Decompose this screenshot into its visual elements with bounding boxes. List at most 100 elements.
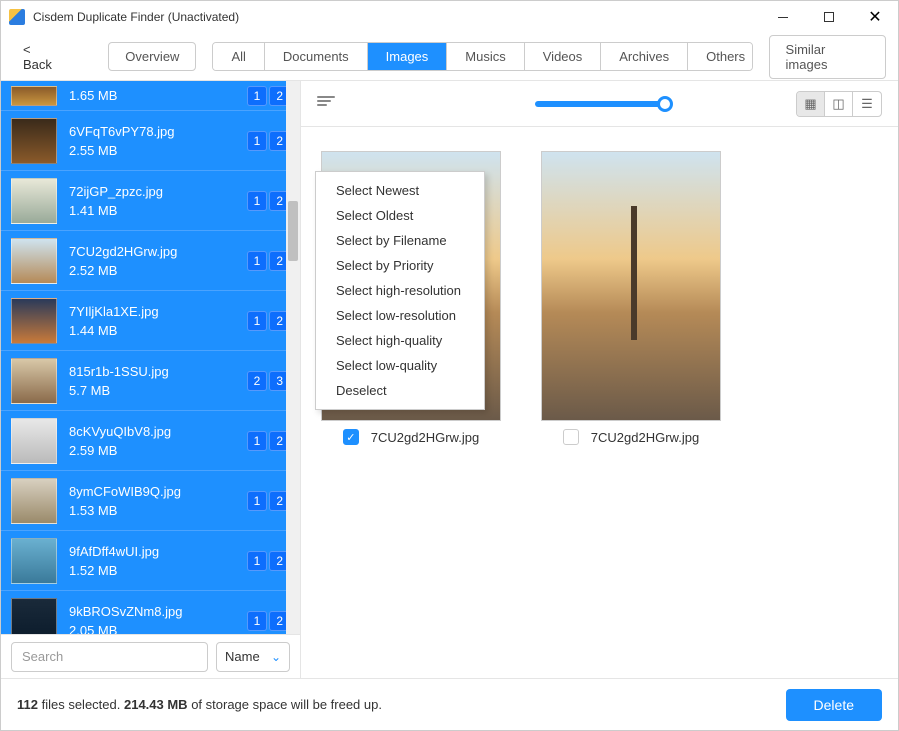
thumbnail-size-slider[interactable] bbox=[535, 101, 665, 107]
content-toolbar: ▦ ◫ ☰ bbox=[301, 81, 898, 127]
sort-select[interactable]: Name⌄ bbox=[216, 642, 290, 672]
menu-item[interactable]: Select by Filename bbox=[316, 228, 484, 253]
list-item[interactable]: 9fAfDff4wUI.jpg1.52 MB12 bbox=[1, 531, 300, 591]
tab-others[interactable]: Others bbox=[688, 43, 752, 70]
app-logo-icon bbox=[9, 9, 25, 25]
sidebar-scrollbar[interactable] bbox=[286, 81, 300, 634]
delete-button[interactable]: Delete bbox=[786, 689, 882, 721]
file-thumbnail bbox=[11, 238, 57, 284]
file-size: 2.05 MB bbox=[69, 623, 247, 635]
duplicate-badge[interactable]: 1 bbox=[247, 131, 268, 151]
menu-item[interactable]: Select high-resolution bbox=[316, 278, 484, 303]
file-thumbnail bbox=[11, 178, 57, 224]
duplicate-badge[interactable]: 1 bbox=[247, 491, 268, 511]
file-size: 1.52 MB bbox=[69, 563, 247, 578]
menu-item[interactable]: Select low-resolution bbox=[316, 303, 484, 328]
search-input[interactable]: Search bbox=[11, 642, 208, 672]
menu-item[interactable]: Select Newest bbox=[316, 178, 484, 203]
list-item[interactable]: 7YIljKla1XE.jpg1.44 MB12 bbox=[1, 291, 300, 351]
file-thumbnail bbox=[11, 298, 57, 344]
tab-images[interactable]: Images bbox=[368, 43, 448, 70]
toolbar: < Back Overview AllDocumentsImagesMusics… bbox=[1, 33, 898, 81]
duplicate-badge[interactable]: 1 bbox=[247, 251, 268, 271]
file-size: 1.41 MB bbox=[69, 203, 247, 218]
view-grid-icon[interactable]: ▦ bbox=[797, 92, 825, 116]
similar-images-button[interactable]: Similar images bbox=[769, 35, 886, 79]
status-text: 112 files selected. 214.43 MB of storage… bbox=[17, 697, 382, 712]
list-item[interactable]: 72ijGP_zpzc.jpg1.41 MB12 bbox=[1, 171, 300, 231]
preview-file-name: 7CU2gd2HGrw.jpg bbox=[591, 430, 699, 445]
menu-item[interactable]: Select Oldest bbox=[316, 203, 484, 228]
select-context-menu: Select NewestSelect OldestSelect by File… bbox=[315, 171, 485, 410]
file-thumbnail bbox=[11, 598, 57, 635]
file-thumbnail bbox=[11, 478, 57, 524]
preview-file-name: 7CU2gd2HGrw.jpg bbox=[371, 430, 479, 445]
file-name: 9fAfDff4wUI.jpg bbox=[69, 544, 247, 559]
file-thumbnail bbox=[11, 538, 57, 584]
window-controls: ✕ bbox=[760, 1, 898, 33]
duplicate-badge[interactable]: 1 bbox=[247, 431, 268, 451]
list-item[interactable]: 9kBROSvZNm8.jpg2.05 MB12 bbox=[1, 591, 300, 634]
overview-button[interactable]: Overview bbox=[108, 42, 196, 71]
scrollbar-thumb[interactable] bbox=[288, 201, 298, 261]
duplicate-badge[interactable]: 1 bbox=[247, 551, 268, 571]
preview-card: 7CU2gd2HGrw.jpg bbox=[541, 151, 721, 445]
duplicate-badge[interactable]: 1 bbox=[247, 86, 268, 106]
file-size: 1.44 MB bbox=[69, 323, 247, 338]
list-item[interactable]: 6VFqT6vPY78.jpg2.55 MB12 bbox=[1, 111, 300, 171]
duplicate-badge[interactable]: 1 bbox=[247, 311, 268, 331]
file-size: 5.7 MB bbox=[69, 383, 247, 398]
file-size: 1.53 MB bbox=[69, 503, 247, 518]
view-list-icon[interactable]: ☰ bbox=[853, 92, 881, 116]
file-name: 6VFqT6vPY78.jpg bbox=[69, 124, 247, 139]
sidebar: 1.65 MB126VFqT6vPY78.jpg2.55 MB1272ijGP_… bbox=[1, 81, 301, 678]
select-checkbox[interactable] bbox=[563, 429, 579, 445]
status-bar: 112 files selected. 214.43 MB of storage… bbox=[1, 678, 898, 730]
duplicate-badge[interactable]: 1 bbox=[247, 191, 268, 211]
file-size: 1.65 MB bbox=[69, 88, 247, 103]
menu-item[interactable]: Select high-quality bbox=[316, 328, 484, 353]
preview-image[interactable] bbox=[541, 151, 721, 421]
menu-item[interactable]: Deselect bbox=[316, 378, 484, 403]
filter-menu-icon[interactable] bbox=[317, 96, 337, 112]
file-name: 8ymCFoWIB9Q.jpg bbox=[69, 484, 247, 499]
view-columns-icon[interactable]: ◫ bbox=[825, 92, 853, 116]
minimize-button[interactable] bbox=[760, 1, 806, 33]
maximize-button[interactable] bbox=[806, 1, 852, 33]
main-area: 1.65 MB126VFqT6vPY78.jpg2.55 MB1272ijGP_… bbox=[1, 81, 898, 678]
tab-documents[interactable]: Documents bbox=[265, 43, 368, 70]
tab-archives[interactable]: Archives bbox=[601, 43, 688, 70]
back-button[interactable]: < Back bbox=[13, 36, 72, 78]
file-thumbnail bbox=[11, 418, 57, 464]
file-name: 7CU2gd2HGrw.jpg bbox=[69, 244, 247, 259]
menu-item[interactable]: Select by Priority bbox=[316, 253, 484, 278]
window-title: Cisdem Duplicate Finder (Unactivated) bbox=[33, 10, 239, 24]
duplicate-badge[interactable]: 1 bbox=[247, 611, 268, 631]
file-name: 9kBROSvZNm8.jpg bbox=[69, 604, 247, 619]
select-checkbox[interactable]: ✓ bbox=[343, 429, 359, 445]
list-item[interactable]: 1.65 MB12 bbox=[1, 81, 300, 111]
sidebar-footer: Search Name⌄ bbox=[1, 634, 300, 678]
tab-all[interactable]: All bbox=[213, 43, 264, 70]
file-name: 815r1b-1SSU.jpg bbox=[69, 364, 247, 379]
view-mode-group: ▦ ◫ ☰ bbox=[796, 91, 882, 117]
tab-musics[interactable]: Musics bbox=[447, 43, 524, 70]
chevron-down-icon: ⌄ bbox=[271, 650, 281, 664]
list-item[interactable]: 815r1b-1SSU.jpg5.7 MB23 bbox=[1, 351, 300, 411]
menu-item[interactable]: Select low-quality bbox=[316, 353, 484, 378]
list-item[interactable]: 8ymCFoWIB9Q.jpg1.53 MB12 bbox=[1, 471, 300, 531]
file-list[interactable]: 1.65 MB126VFqT6vPY78.jpg2.55 MB1272ijGP_… bbox=[1, 81, 300, 634]
slider-knob[interactable] bbox=[657, 96, 673, 112]
title-bar: Cisdem Duplicate Finder (Unactivated) ✕ bbox=[1, 1, 898, 33]
file-size: 2.55 MB bbox=[69, 143, 247, 158]
file-thumbnail bbox=[11, 358, 57, 404]
preview-area: Select NewestSelect OldestSelect by File… bbox=[301, 127, 898, 678]
duplicate-badge[interactable]: 2 bbox=[247, 371, 268, 391]
list-item[interactable]: 8cKVyuQIbV8.jpg2.59 MB12 bbox=[1, 411, 300, 471]
close-button[interactable]: ✕ bbox=[852, 1, 898, 33]
file-thumbnail bbox=[11, 86, 57, 106]
file-name: 7YIljKla1XE.jpg bbox=[69, 304, 247, 319]
tab-videos[interactable]: Videos bbox=[525, 43, 602, 70]
list-item[interactable]: 7CU2gd2HGrw.jpg2.52 MB12 bbox=[1, 231, 300, 291]
file-name: 8cKVyuQIbV8.jpg bbox=[69, 424, 247, 439]
